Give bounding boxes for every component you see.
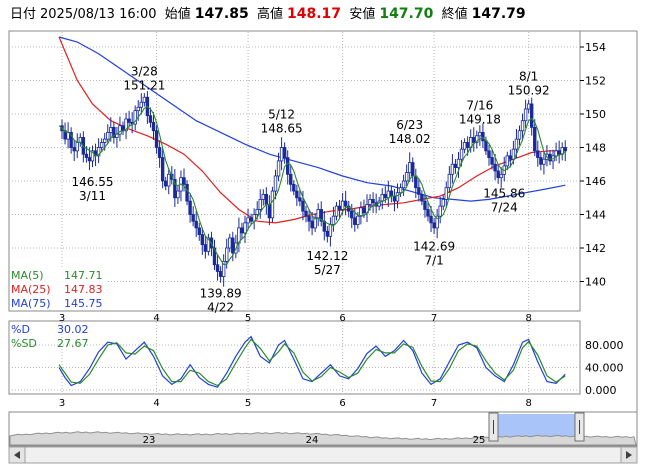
annotation-date: 3/28 — [131, 65, 158, 79]
stoch-y-tick-label: 0.000 — [585, 384, 617, 397]
annotation-date: 8/1 — [519, 70, 538, 84]
high-label: 高値 — [257, 7, 284, 22]
legend-pctsd-name: %SD — [11, 337, 37, 350]
price-y-tick-label: 142 — [585, 242, 606, 255]
close-label: 終値 — [441, 7, 468, 22]
navigator-left-handle[interactable] — [488, 412, 499, 442]
annotation-value: 148.02 — [389, 132, 431, 146]
price-y-tick-label: 152 — [585, 75, 606, 88]
date-label: 日付 — [10, 7, 37, 22]
annotation-date: 4/22 — [207, 300, 234, 314]
price-y-tick-label: 150 — [585, 108, 606, 121]
stoch-x-tick-label: 8 — [525, 398, 531, 409]
legend-pctsd-value: 27.67 — [57, 337, 89, 350]
navigator-label-23: 23 — [143, 435, 156, 446]
stoch-y-tick-label: 80.000 — [585, 339, 624, 352]
ohlc-header: 日付 2025/08/13 16:00 始値 147.85 高値 148.17 安値 1… — [10, 4, 526, 24]
annotation-date: 6/23 — [396, 118, 423, 132]
annotation-value: 145.86 — [483, 186, 525, 200]
legend-ma25-name: MA(25) — [11, 283, 51, 296]
price-y-tick-label: 140 — [585, 276, 606, 289]
stoch-x-tick-label: 5 — [245, 398, 251, 409]
annotation-value: 139.89 — [200, 286, 242, 300]
stoch-y-axis: 80.000 40.000 0.000 — [585, 339, 624, 397]
annotation-value: 142.12 — [306, 249, 348, 263]
legend-ma5-name: MA(5) — [11, 269, 44, 282]
price-y-axis: 154 152 150 148 146 144 142 140 — [580, 41, 606, 289]
candle — [270, 186, 275, 223]
annotation-date: 5/12 — [268, 108, 295, 122]
legend-ma75-name: MA(75) — [11, 297, 51, 310]
legend-ma75-value: 145.75 — [64, 297, 103, 310]
price-y-tick-label: 148 — [585, 142, 606, 155]
stoch-x-tick-label: 3 — [59, 398, 65, 409]
annotation-date: 7/16 — [466, 99, 493, 113]
low-label: 安値 — [349, 7, 376, 22]
open-label: 始値 — [164, 7, 191, 22]
price-y-tick-label: 144 — [585, 209, 606, 222]
price-y-tick-label: 146 — [585, 175, 606, 188]
low-value: 147.70 — [379, 6, 434, 22]
stoch-x-tick-label: 6 — [339, 398, 345, 409]
stoch-x-axis: 3 4 5 6 7 8 — [59, 398, 532, 409]
scroll-right-button[interactable] — [620, 446, 638, 464]
scroll-left-button[interactable] — [8, 446, 26, 464]
navigator-label-25: 25 — [473, 435, 486, 446]
legend-ma5-value: 147.71 — [64, 269, 103, 282]
annotation-date: 5/27 — [314, 263, 341, 277]
annotation-value: 146.55 — [72, 175, 114, 189]
stoch-x-tick-label: 4 — [153, 398, 159, 409]
legend-pctd-name: %D — [11, 323, 30, 336]
annotation-value: 148.65 — [261, 122, 303, 136]
annotation-date: 3/11 — [79, 189, 106, 203]
stoch-y-tick-label: 40.000 — [585, 362, 624, 375]
stoch-x-tick-label: 7 — [431, 398, 437, 409]
datetime-value: 2025/08/13 16:00 — [40, 7, 157, 22]
legend-pctd-value: 30.02 — [57, 323, 89, 336]
annotation-date: 7/1 — [424, 253, 443, 267]
legend-ma25-value: 147.83 — [64, 283, 103, 296]
annotation-value: 142.69 — [413, 239, 455, 253]
navigator-scrollbar[interactable] — [8, 446, 638, 464]
annotation-value: 151.21 — [123, 79, 165, 93]
navigator-right-handle[interactable] — [574, 412, 585, 442]
annotation-value: 149.18 — [459, 113, 501, 127]
navigator-label-24: 24 — [306, 435, 319, 446]
annotation-value: 150.92 — [508, 84, 550, 98]
price-y-tick-label: 154 — [585, 41, 606, 54]
high-value: 148.17 — [287, 6, 342, 22]
stoch-panel — [8, 320, 581, 395]
open-value: 147.85 — [194, 6, 249, 22]
close-value: 147.79 — [471, 6, 526, 22]
chart-frame: 154 152 150 148 146 144 142 140 3/28151.21 146.5… — [8, 30, 638, 464]
annotation-date: 7/24 — [491, 200, 518, 214]
